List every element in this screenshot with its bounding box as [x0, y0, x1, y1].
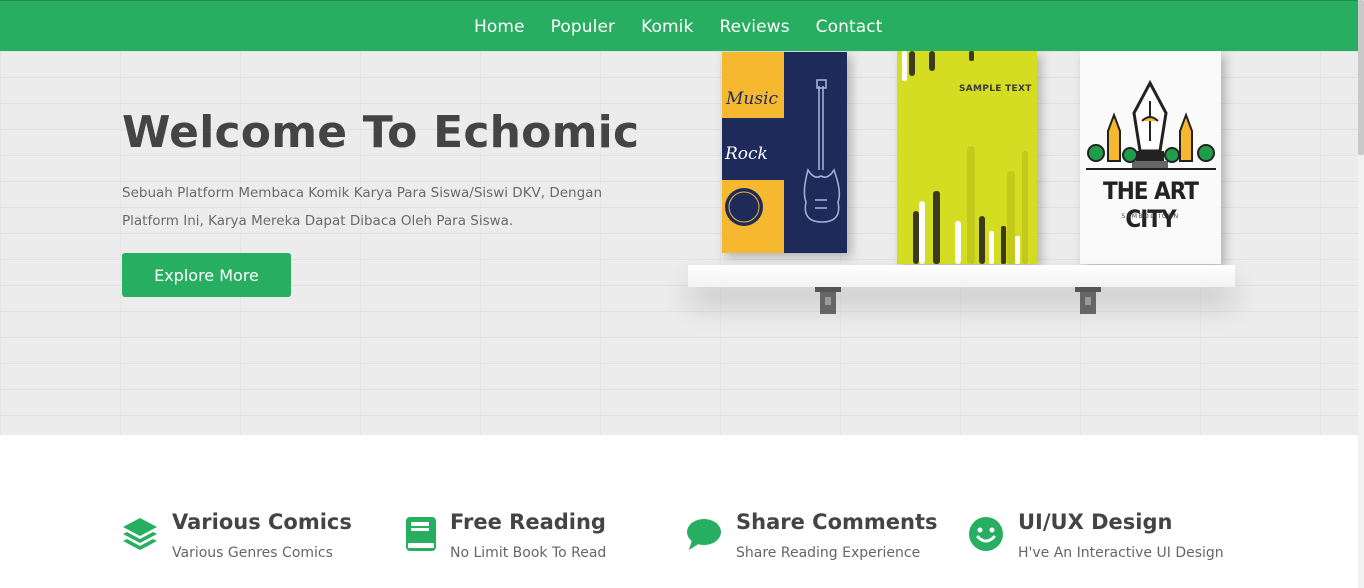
music-label: Music: [725, 89, 779, 109]
book-cover-sample: SAMPLE TEXT: [897, 51, 1037, 264]
book-cover-art-city: THE ART CITY SYMBOL ICON: [1080, 51, 1221, 264]
art-city-title: THE ART CITY: [1102, 177, 1199, 233]
nav-item-contact[interactable]: Contact: [816, 17, 883, 37]
page-scrollbar[interactable]: [1358, 0, 1364, 588]
feature-title: Free Reading: [450, 510, 606, 534]
smile-icon: [969, 517, 1003, 551]
feature-desc: No Limit Book To Read: [450, 545, 607, 561]
scrollbar-thumb[interactable]: [1358, 0, 1364, 155]
comment-icon: [687, 519, 721, 550]
book-icon: [406, 517, 436, 551]
sample-cover-art: [897, 51, 1037, 264]
explore-more-button[interactable]: Explore More: [122, 253, 291, 297]
art-city-subtitle: SYMBOL ICON: [1121, 213, 1180, 220]
feature-title: Share Comments: [736, 510, 938, 534]
book-shelf: [688, 265, 1235, 287]
top-navbar: Home Populer Komik Reviews Contact: [0, 0, 1358, 51]
nav-item-reviews[interactable]: Reviews: [719, 17, 789, 37]
shelf-bracket-icon: [815, 287, 841, 314]
hero-section: Welcome To Echomic Sebuah Platform Memba…: [0, 51, 1358, 435]
features-section: Various Comics Various Genres Comics Fre…: [0, 435, 1358, 588]
shelf-bracket-icon: [1075, 287, 1101, 314]
layers-icon: [123, 518, 157, 550]
nav-item-home[interactable]: Home: [474, 17, 525, 37]
hero-title: Welcome To Echomic: [122, 107, 640, 158]
music-cover-art: Music Rock: [722, 52, 847, 253]
nav-item-komik[interactable]: Komik: [641, 17, 693, 37]
book-cover-music: Music Rock: [722, 52, 847, 253]
rock-label: Rock: [724, 144, 768, 164]
nav-menu: Home Populer Komik Reviews Contact: [474, 1, 909, 52]
feature-title: Various Comics: [172, 510, 352, 534]
feature-desc: Various Genres Comics: [172, 545, 333, 561]
sample-text-label: SAMPLE TEXT: [959, 84, 1032, 94]
hero-description: Sebuah Platform Membaca Komik Karya Para…: [122, 185, 603, 229]
feature-desc: Share Reading Experience: [736, 545, 921, 561]
feature-title: UI/UX Design: [1018, 510, 1173, 534]
nav-item-populer[interactable]: Populer: [551, 17, 615, 37]
feature-desc: H've An Interactive UI Design: [1018, 545, 1224, 561]
